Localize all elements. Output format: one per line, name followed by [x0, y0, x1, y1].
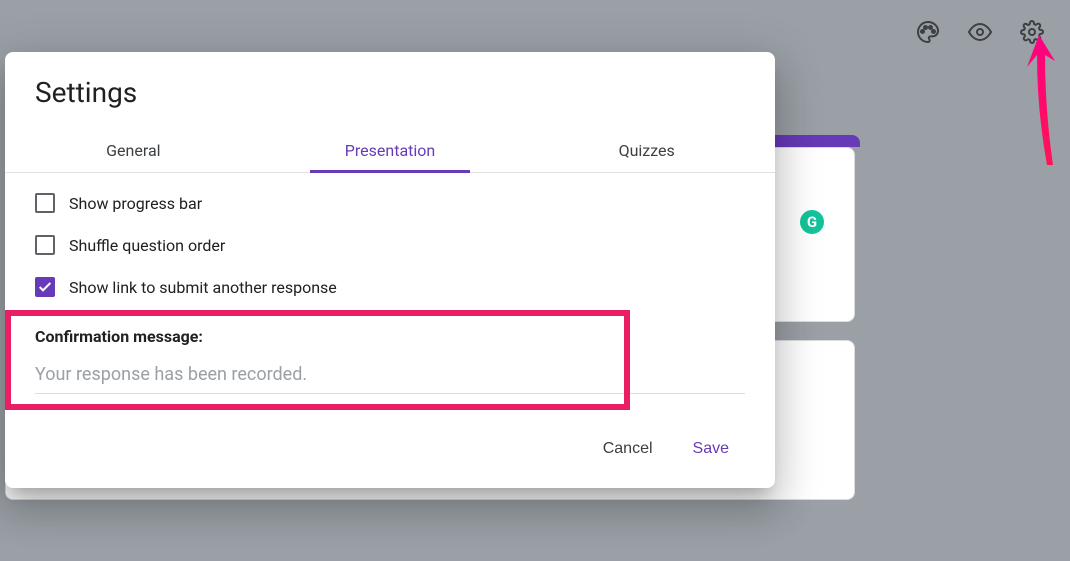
checkbox-shuffle-question-order[interactable]: [35, 235, 55, 255]
eye-icon[interactable]: [960, 12, 1000, 52]
confirmation-section: Confirmation message:: [35, 327, 745, 394]
settings-dialog: Settings General Presentation Quizzes Sh…: [5, 52, 775, 488]
cancel-button[interactable]: Cancel: [587, 432, 669, 466]
option-submit-another: Show link to submit another response: [35, 277, 745, 297]
top-toolbar: [908, 0, 1070, 64]
save-button[interactable]: Save: [677, 432, 745, 466]
tabs: General Presentation Quizzes: [5, 127, 775, 173]
palette-icon[interactable]: [908, 12, 948, 52]
grammarly-badge: G: [800, 210, 824, 234]
option-show-progress-bar: Show progress bar: [35, 193, 745, 213]
gear-icon[interactable]: [1012, 12, 1052, 52]
bg-form-header: [770, 135, 860, 147]
dialog-body: Show progress bar Shuffle question order…: [5, 173, 775, 404]
dialog-title: Settings: [5, 52, 775, 127]
grammarly-label: G: [807, 213, 817, 231]
checkbox-show-progress-bar[interactable]: [35, 193, 55, 213]
label-submit-another: Show link to submit another response: [69, 278, 337, 297]
tab-quizzes[interactable]: Quizzes: [518, 127, 775, 172]
tab-presentation[interactable]: Presentation: [262, 127, 519, 172]
checkbox-submit-another[interactable]: [35, 277, 55, 297]
label-show-progress-bar: Show progress bar: [69, 194, 202, 213]
tab-general[interactable]: General: [5, 127, 262, 172]
confirmation-label: Confirmation message:: [35, 327, 745, 346]
label-shuffle-question-order: Shuffle question order: [69, 236, 225, 255]
option-shuffle-question-order: Shuffle question order: [35, 235, 745, 255]
dialog-actions: Cancel Save: [5, 404, 775, 488]
confirmation-input[interactable]: [35, 360, 745, 394]
